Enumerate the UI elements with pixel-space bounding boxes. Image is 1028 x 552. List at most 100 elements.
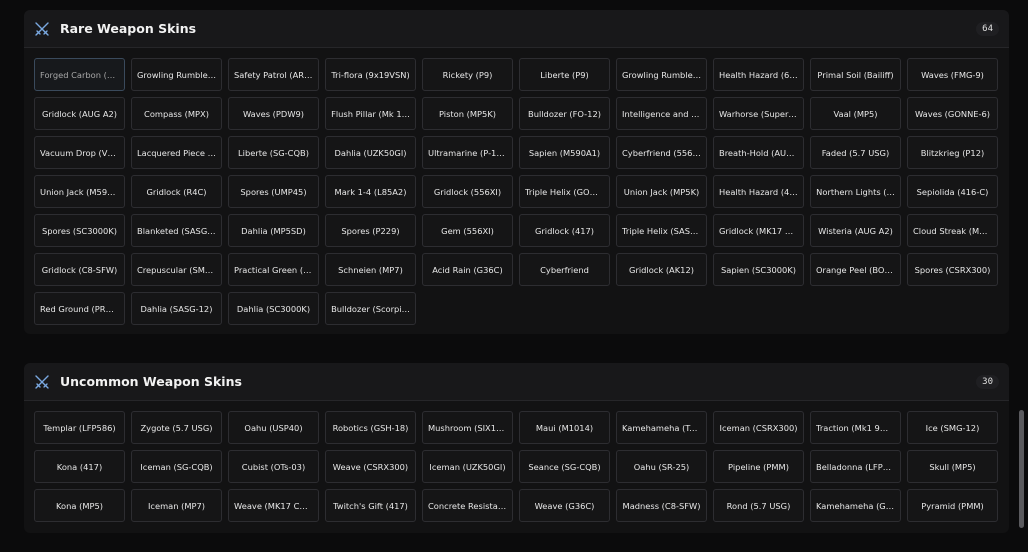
skin-button[interactable]: Blanketed (SASG-…	[131, 214, 222, 247]
skin-button[interactable]: Compass (MPX)	[131, 97, 222, 130]
skin-button[interactable]: Spores (SC3000K)	[34, 214, 125, 247]
skin-button[interactable]: Cubist (OTs-03)	[228, 450, 319, 483]
skin-button[interactable]: Growling Rumble …	[616, 58, 707, 91]
skin-button[interactable]: Health Hazard (6P…	[713, 58, 804, 91]
skin-button[interactable]: Waves (GONNE-6)	[907, 97, 998, 130]
skin-button[interactable]: Iceman (SG-CQB)	[131, 450, 222, 483]
skin-button[interactable]: Gridlock (AK12)	[616, 253, 707, 286]
skin-button[interactable]: Wisteria (AUG A2)	[810, 214, 901, 247]
skin-button[interactable]: Tri-flora (9x19VSN)	[325, 58, 416, 91]
skin-button[interactable]: Zygote (5.7 USG)	[131, 411, 222, 444]
skin-button[interactable]: Weave (CSRX300)	[325, 450, 416, 483]
skin-button[interactable]: Sepiolida (416-C)	[907, 175, 998, 208]
skin-button[interactable]: Kona (MP5)	[34, 489, 125, 522]
skin-button[interactable]: Weave (MK17 CQB)	[228, 489, 319, 522]
skin-button[interactable]: Gridlock (MK17 C…	[713, 214, 804, 247]
skin-button[interactable]: Concrete Resistan…	[422, 489, 513, 522]
skin-button[interactable]: Gridlock (AUG A2)	[34, 97, 125, 130]
skin-button[interactable]: Twitch's Gift (417)	[325, 489, 416, 522]
skin-button[interactable]: Gem (556XI)	[422, 214, 513, 247]
skin-button[interactable]: Iceman (CSRX300)	[713, 411, 804, 444]
skin-button[interactable]: Pipeline (PMM)	[713, 450, 804, 483]
skin-button[interactable]: Cyberfriend	[519, 253, 610, 286]
skin-button[interactable]: Liberte (P9)	[519, 58, 610, 91]
skin-button[interactable]: Orange Peel (BOS…	[810, 253, 901, 286]
skin-button[interactable]: Union Jack (M590…	[34, 175, 125, 208]
skin-button[interactable]: Sapien (M590A1)	[519, 136, 610, 169]
skin-button[interactable]: Ultramarine (P-10C)	[422, 136, 513, 169]
skin-button[interactable]: Oahu (SR-25)	[616, 450, 707, 483]
skin-button[interactable]: Oahu (USP40)	[228, 411, 319, 444]
skin-button[interactable]: Robotics (GSH-18)	[325, 411, 416, 444]
skin-button[interactable]: Triple Helix (GON…	[519, 175, 610, 208]
skin-button[interactable]: Iceman (MP7)	[131, 489, 222, 522]
skin-button-label: Spores (SC3000K)	[42, 225, 117, 236]
skin-button[interactable]: Kamehameha (GO…	[810, 489, 901, 522]
skin-button[interactable]: Union Jack (MP5K)	[616, 175, 707, 208]
skin-button[interactable]: Gridlock (R4C)	[131, 175, 222, 208]
skin-button[interactable]: Mushroom (SIX12…	[422, 411, 513, 444]
scrollbar-thumb[interactable]	[1019, 410, 1024, 528]
skin-button[interactable]: Bulldozer (FO-12)	[519, 97, 610, 130]
skin-button[interactable]: Dahlia (SASG-12)	[131, 292, 222, 325]
skin-button[interactable]: Gridlock (C8-SFW)	[34, 253, 125, 286]
skin-button[interactable]: Vaal (MP5)	[810, 97, 901, 130]
skin-button[interactable]: Lacquered Piece (…	[131, 136, 222, 169]
skin-button[interactable]: Warhorse (Super …	[713, 97, 804, 130]
skin-button[interactable]: Kona (417)	[34, 450, 125, 483]
skin-button[interactable]: Spores (P229)	[325, 214, 416, 247]
skin-button[interactable]: Iceman (UZK50GI)	[422, 450, 513, 483]
skin-button-label: Weave (MK17 CQB)	[234, 500, 313, 511]
skin-button[interactable]: Northern Lights (…	[810, 175, 901, 208]
skin-button[interactable]: Blitzkrieg (P12)	[907, 136, 998, 169]
scrollbar[interactable]	[1019, 410, 1024, 528]
skin-button[interactable]: Practical Green (U…	[228, 253, 319, 286]
skin-button[interactable]: Belladonna (LFPS…	[810, 450, 901, 483]
skin-button[interactable]: Gridlock (417)	[519, 214, 610, 247]
skin-button[interactable]: Faded (5.7 USG)	[810, 136, 901, 169]
skin-button[interactable]: Waves (FMG-9)	[907, 58, 998, 91]
skin-button[interactable]: Dahlia (UZK50GI)	[325, 136, 416, 169]
skin-button[interactable]: Kamehameha (Ty…	[616, 411, 707, 444]
skin-button[interactable]: Skull (MP5)	[907, 450, 998, 483]
skin-button[interactable]: Triple Helix (SASG…	[616, 214, 707, 247]
skin-button[interactable]: Red Ground (PRB…	[34, 292, 125, 325]
skin-button[interactable]: Seance (SG-CQB)	[519, 450, 610, 483]
skin-button[interactable]: Intelligence and S…	[616, 97, 707, 130]
skin-button[interactable]: Liberte (SG-CQB)	[228, 136, 319, 169]
skin-button-label: Safety Patrol (AR33)	[234, 69, 313, 80]
skin-button[interactable]: Dahlia (MP5SD)	[228, 214, 319, 247]
skin-button[interactable]: Forged Carbon (S…	[34, 58, 125, 91]
skin-button[interactable]: Growling Rumble …	[131, 58, 222, 91]
skin-button[interactable]: Health Hazard (41…	[713, 175, 804, 208]
skin-button[interactable]: Cloud Streak (Mk…	[907, 214, 998, 247]
skin-button[interactable]: Breath-Hold (AUG…	[713, 136, 804, 169]
skin-button[interactable]: Spores (CSRX300)	[907, 253, 998, 286]
skin-button[interactable]: Vacuum Drop (V3…	[34, 136, 125, 169]
skin-button[interactable]: Crepuscular (SMG…	[131, 253, 222, 286]
skin-button[interactable]: Cyberfriend (556XI)	[616, 136, 707, 169]
skin-button[interactable]: Ice (SMG-12)	[907, 411, 998, 444]
skin-button[interactable]: Safety Patrol (AR33)	[228, 58, 319, 91]
skin-button[interactable]: Acid Rain (G36C)	[422, 253, 513, 286]
skin-button[interactable]: Weave (G36C)	[519, 489, 610, 522]
skin-button[interactable]: Maui (M1014)	[519, 411, 610, 444]
skin-button-label: Union Jack (MP5K)	[623, 186, 700, 197]
skin-button[interactable]: Pyramid (PMM)	[907, 489, 998, 522]
skin-button[interactable]: Waves (PDW9)	[228, 97, 319, 130]
skin-button[interactable]: Traction (Mk1 9m…	[810, 411, 901, 444]
skin-button[interactable]: Bulldozer (Scorpi…	[325, 292, 416, 325]
skin-button[interactable]: Madness (C8-SFW)	[616, 489, 707, 522]
skin-button[interactable]: Rond (5.7 USG)	[713, 489, 804, 522]
skin-button[interactable]: Primal Soil (Bailiff)	[810, 58, 901, 91]
skin-button[interactable]: Sapien (SC3000K)	[713, 253, 804, 286]
skin-button[interactable]: Rickety (P9)	[422, 58, 513, 91]
skin-button[interactable]: Dahlia (SC3000K)	[228, 292, 319, 325]
skin-button[interactable]: Templar (LFP586)	[34, 411, 125, 444]
skin-button[interactable]: Spores (UMP45)	[228, 175, 319, 208]
skin-button[interactable]: Mark 1-4 (L85A2)	[325, 175, 416, 208]
skin-button[interactable]: Flush Pillar (Mk 1…	[325, 97, 416, 130]
skin-button[interactable]: Piston (MP5K)	[422, 97, 513, 130]
skin-button[interactable]: Gridlock (556XI)	[422, 175, 513, 208]
skin-button[interactable]: Schneien (MP7)	[325, 253, 416, 286]
